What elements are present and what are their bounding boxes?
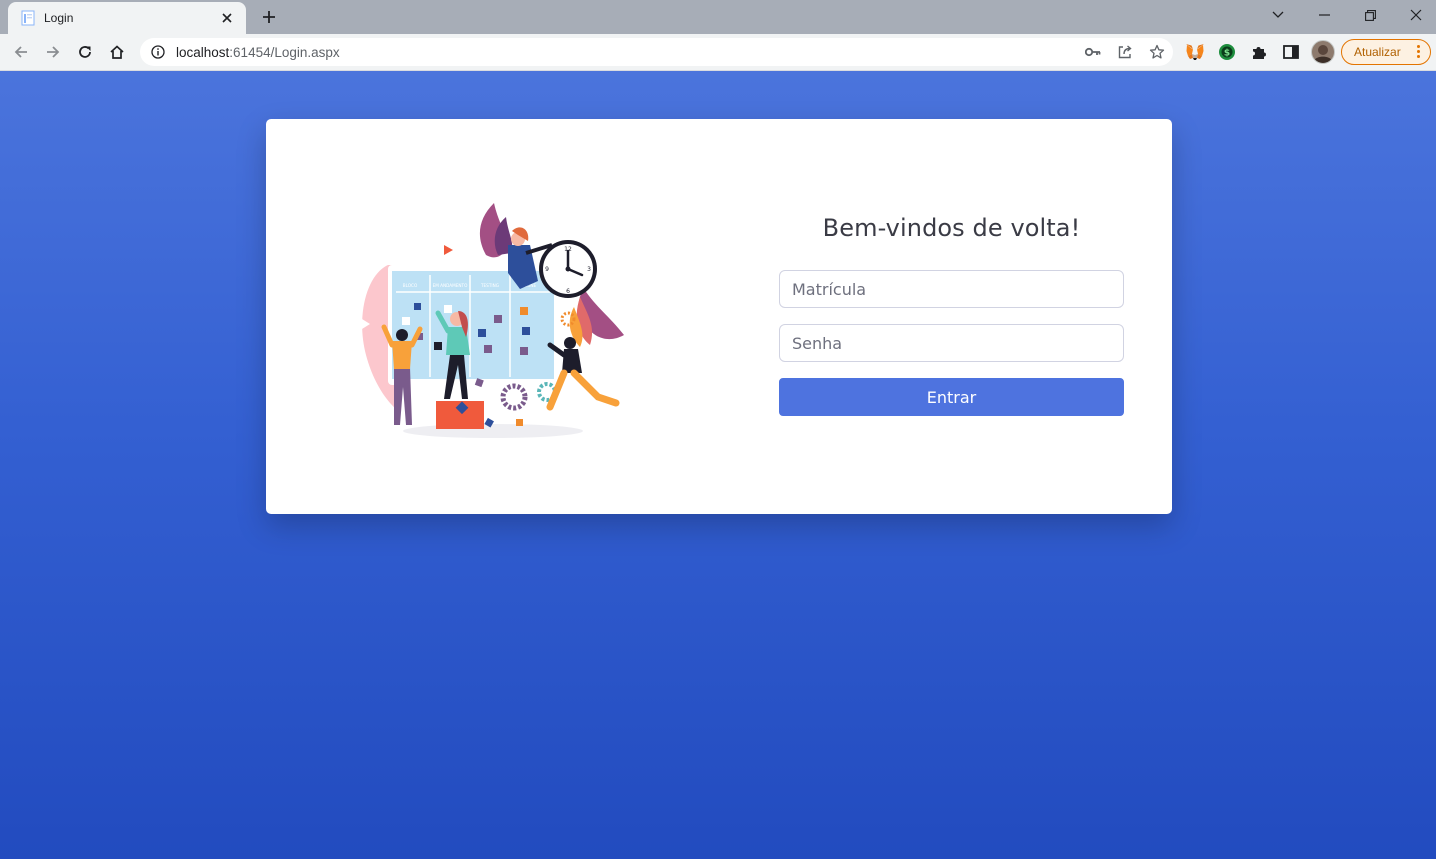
address-bar[interactable]: localhost:61454/Login.aspx [140, 38, 1173, 66]
profile-avatar[interactable] [1310, 39, 1336, 65]
more-vert-icon [1417, 45, 1421, 58]
tab-title: Login [44, 11, 74, 25]
share-icon[interactable] [1109, 38, 1141, 66]
new-tab-button[interactable] [256, 5, 282, 29]
url-host: localhost [176, 44, 230, 60]
tab-search-icon[interactable] [1255, 0, 1301, 30]
extensions-puzzle-icon[interactable] [1246, 39, 1272, 65]
matricula-input[interactable] [779, 270, 1124, 308]
back-button[interactable] [7, 38, 35, 66]
board-col-1: BLOCO [403, 283, 418, 288]
login-submit-button[interactable]: Entrar [779, 378, 1124, 416]
bookmark-star-icon[interactable] [1141, 38, 1173, 66]
reload-button[interactable] [71, 38, 99, 66]
forward-button[interactable] [39, 38, 67, 66]
svg-text:6: 6 [566, 288, 570, 295]
svg-text:$: $ [1224, 49, 1230, 59]
page-favicon-icon [20, 10, 36, 26]
url-path: :61454/Login.aspx [229, 44, 340, 60]
site-info-icon[interactable] [150, 44, 166, 60]
page-background: BLOCO EM ANDAMENTO TESTING DONE 12 3 6 9… [0, 71, 1436, 859]
home-button[interactable] [103, 38, 131, 66]
browser-toolbar: localhost:61454/Login.aspx $ Atualizar [0, 34, 1436, 71]
svg-text:12: 12 [564, 246, 572, 253]
svg-text:9: 9 [545, 266, 549, 273]
login-form: Bem-vindos de volta! Entrar [779, 214, 1124, 416]
minimize-icon[interactable] [1301, 0, 1347, 30]
svg-text:3: 3 [587, 266, 591, 273]
browser-tab[interactable]: Login [8, 2, 246, 34]
password-input[interactable] [779, 324, 1124, 362]
money-extension-icon[interactable]: $ [1214, 39, 1240, 65]
board-col-3: TESTING [480, 283, 499, 288]
board-col-2: EM ANDAMENTO [433, 283, 469, 288]
url-text[interactable]: localhost:61454/Login.aspx [176, 45, 1077, 60]
close-window-icon[interactable] [1393, 0, 1436, 30]
update-browser-button[interactable]: Atualizar [1341, 39, 1431, 65]
update-label: Atualizar [1354, 45, 1401, 59]
team-board-illustration: BLOCO EM ANDAMENTO TESTING DONE 12 3 6 9 [362, 203, 624, 438]
close-tab-icon[interactable] [218, 9, 236, 27]
restore-icon[interactable] [1347, 0, 1393, 30]
browser-tabstrip: Login [0, 0, 1436, 34]
side-panel-icon[interactable] [1278, 39, 1304, 65]
login-card: BLOCO EM ANDAMENTO TESTING DONE 12 3 6 9… [266, 119, 1172, 514]
metamask-fox-icon[interactable] [1182, 39, 1208, 65]
password-key-icon[interactable] [1077, 38, 1109, 66]
welcome-heading: Bem-vindos de volta! [822, 214, 1081, 242]
